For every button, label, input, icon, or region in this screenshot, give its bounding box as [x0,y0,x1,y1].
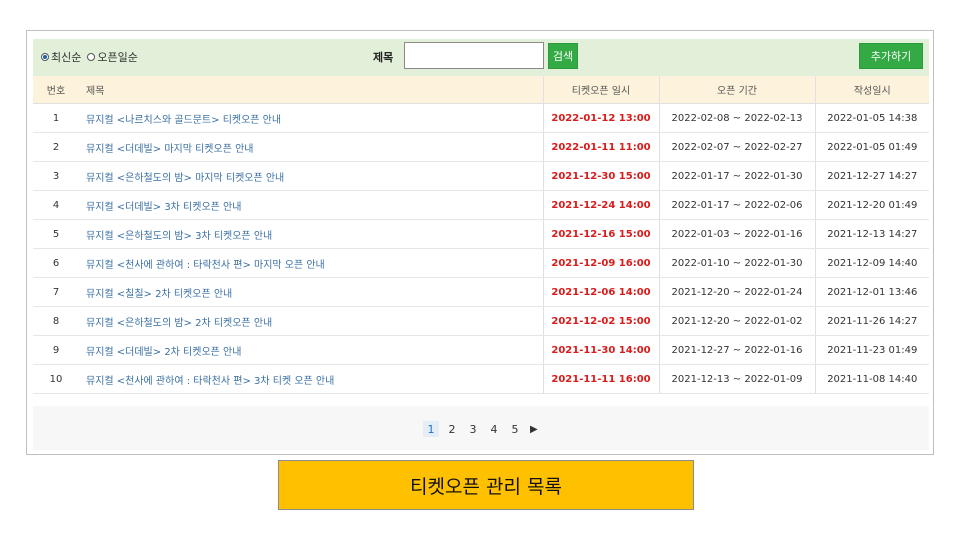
row-open-time: 2021-12-24 14:00 [542,190,659,220]
sort-open-date-label: 오픈일순 [97,51,138,64]
title-filter-label: 제목 [373,51,394,64]
row-created-at: 2021-12-13 14:27 [814,219,929,249]
table-row[interactable]: 8 뮤지컬 <은하철도의 밤> 2차 티켓오픈 안내 2021-12-02 15:0… [33,306,929,336]
table-row[interactable]: 7 뮤지컬 <칠칠> 2차 티켓오픈 안내 2021-12-06 14:00 2021… [33,277,929,307]
row-number: 4 [33,190,79,220]
row-open-period: 2021-12-13 ~ 2022-01-09 [658,364,815,394]
row-number: 1 [33,103,79,133]
row-open-time: 2021-12-16 15:00 [542,219,659,249]
table-row[interactable]: 9 뮤지컬 <더데빌> 2차 티켓오픈 안내 2021-11-30 14:00 202… [33,335,929,365]
row-title-link[interactable]: 뮤지컬 <은하철도의 밤> 2차 티켓오픈 안내 [79,306,543,336]
table-row[interactable]: 2 뮤지컬 <더데빌> 마지막 티켓오픈 안내 2022-01-11 11:00 20… [33,132,929,162]
row-open-period: 2021-12-20 ~ 2022-01-24 [658,277,815,307]
sort-latest-radio[interactable]: 최신순 [41,49,81,65]
row-created-at: 2021-11-26 14:27 [814,306,929,336]
table-row[interactable]: 1 뮤지컬 <나르치스와 골드문트> 티켓오픈 안내 2022-01-12 13:0… [33,103,929,133]
row-created-at: 2021-12-09 14:40 [814,248,929,278]
header-open-time: 티켓오픈 일시 [542,76,659,104]
search-button[interactable]: 검색 [548,43,578,69]
header-created: 작성일시 [814,76,929,104]
row-title-link[interactable]: 뮤지컬 <나르치스와 골드문트> 티켓오픈 안내 [79,103,543,133]
table-row[interactable]: 5 뮤지컬 <은하철도의 밤> 3차 티켓오픈 안내 2021-12-16 15:0… [33,219,929,249]
row-number: 6 [33,248,79,278]
row-title-link[interactable]: 뮤지컬 <더데빌> 마지막 티켓오픈 안내 [79,132,543,162]
page-caption: 티켓오픈 관리 목록 [278,460,694,510]
radio-unchecked-icon [87,53,96,61]
header-open-period: 오픈 기간 [658,76,815,104]
table-row[interactable]: 6 뮤지컬 <천사에 관하여 : 타락천사 편> 마지막 오픈 안내 2021-12… [33,248,929,278]
pagination-bar: 1 2 3 4 5 ▶ [33,406,929,450]
row-created-at: 2021-12-20 01:49 [814,190,929,220]
row-number: 7 [33,277,79,307]
row-created-at: 2021-11-23 01:49 [814,335,929,365]
row-created-at: 2021-11-08 14:40 [814,364,929,394]
pagination: 1 2 3 4 5 ▶ [423,421,538,437]
row-open-period: 2022-01-17 ~ 2022-01-30 [658,161,815,191]
row-open-time: 2021-12-06 14:00 [542,277,659,307]
row-open-period: 2022-01-03 ~ 2022-01-16 [658,219,815,249]
row-open-time: 2021-12-02 15:00 [542,306,659,336]
filter-bar: 최신순 오픈일순 제목 검색 추가하기 [33,39,929,76]
row-title-link[interactable]: 뮤지컬 <천사에 관하여 : 타락천사 편> 3차 티켓 오픈 안내 [79,364,543,394]
row-open-period: 2021-12-20 ~ 2022-01-02 [658,306,815,336]
row-title-link[interactable]: 뮤지컬 <천사에 관하여 : 타락천사 편> 마지막 오픈 안내 [79,248,543,278]
row-title-link[interactable]: 뮤지컬 <은하철도의 밤> 마지막 티켓오픈 안내 [79,161,543,191]
row-open-period: 2022-01-10 ~ 2022-01-30 [658,248,815,278]
row-open-time: 2021-12-30 15:00 [542,161,659,191]
ticket-table: 번호 제목 티켓오픈 일시 오픈 기간 작성일시 1 뮤지컬 <나르치스와 골드문… [33,76,929,394]
next-page-icon[interactable]: ▶ [530,424,538,435]
row-created-at: 2021-12-01 13:46 [814,277,929,307]
title-search-input[interactable] [404,42,544,69]
page-5-link[interactable]: 5 [507,421,523,437]
row-title-link[interactable]: 뮤지컬 <은하철도의 밤> 3차 티켓오픈 안내 [79,219,543,249]
header-no: 번호 [33,76,79,104]
table-row[interactable]: 10 뮤지컬 <천사에 관하여 : 타락천사 편> 3차 티켓 오픈 안내 2021… [33,364,929,394]
row-open-period: 2022-01-17 ~ 2022-02-06 [658,190,815,220]
row-open-time: 2022-01-12 13:00 [542,103,659,133]
table-row[interactable]: 4 뮤지컬 <더데빌> 3차 티켓오픈 안내 2021-12-24 14:00 202… [33,190,929,220]
sort-latest-label: 최신순 [51,51,82,64]
row-number: 9 [33,335,79,365]
row-open-time: 2021-12-09 16:00 [542,248,659,278]
add-button[interactable]: 추가하기 [859,43,923,69]
row-open-period: 2022-02-07 ~ 2022-02-27 [658,132,815,162]
sort-open-date-radio[interactable]: 오픈일순 [87,49,138,65]
row-number: 10 [33,364,79,394]
row-created-at: 2022-01-05 01:49 [814,132,929,162]
row-title-link[interactable]: 뮤지컬 <칠칠> 2차 티켓오픈 안내 [79,277,543,307]
row-open-time: 2021-11-11 16:00 [542,364,659,394]
radio-checked-icon [41,53,49,61]
row-created-at: 2022-01-05 14:38 [814,103,929,133]
row-number: 8 [33,306,79,336]
page-2-link[interactable]: 2 [444,421,460,437]
header-title: 제목 [79,76,543,104]
row-number: 3 [33,161,79,191]
sort-radio-group: 최신순 오픈일순 [41,49,144,65]
page-3-link[interactable]: 3 [465,421,481,437]
page-4-link[interactable]: 4 [486,421,502,437]
row-open-time: 2022-01-11 11:00 [542,132,659,162]
row-open-time: 2021-11-30 14:00 [542,335,659,365]
table-header-row: 번호 제목 티켓오픈 일시 오픈 기간 작성일시 [33,76,929,104]
row-open-period: 2022-02-08 ~ 2022-02-13 [658,103,815,133]
row-created-at: 2021-12-27 14:27 [814,161,929,191]
table-row[interactable]: 3 뮤지컬 <은하철도의 밤> 마지막 티켓오픈 안내 2021-12-30 15:… [33,161,929,191]
row-title-link[interactable]: 뮤지컬 <더데빌> 3차 티켓오픈 안내 [79,190,543,220]
row-number: 5 [33,219,79,249]
page-1-link[interactable]: 1 [423,421,439,437]
row-open-period: 2021-12-27 ~ 2022-01-16 [658,335,815,365]
ticket-list-panel: 최신순 오픈일순 제목 검색 추가하기 번호 제목 티켓오픈 일시 오픈 기간 [26,30,934,455]
row-number: 2 [33,132,79,162]
row-title-link[interactable]: 뮤지컬 <더데빌> 2차 티켓오픈 안내 [79,335,543,365]
